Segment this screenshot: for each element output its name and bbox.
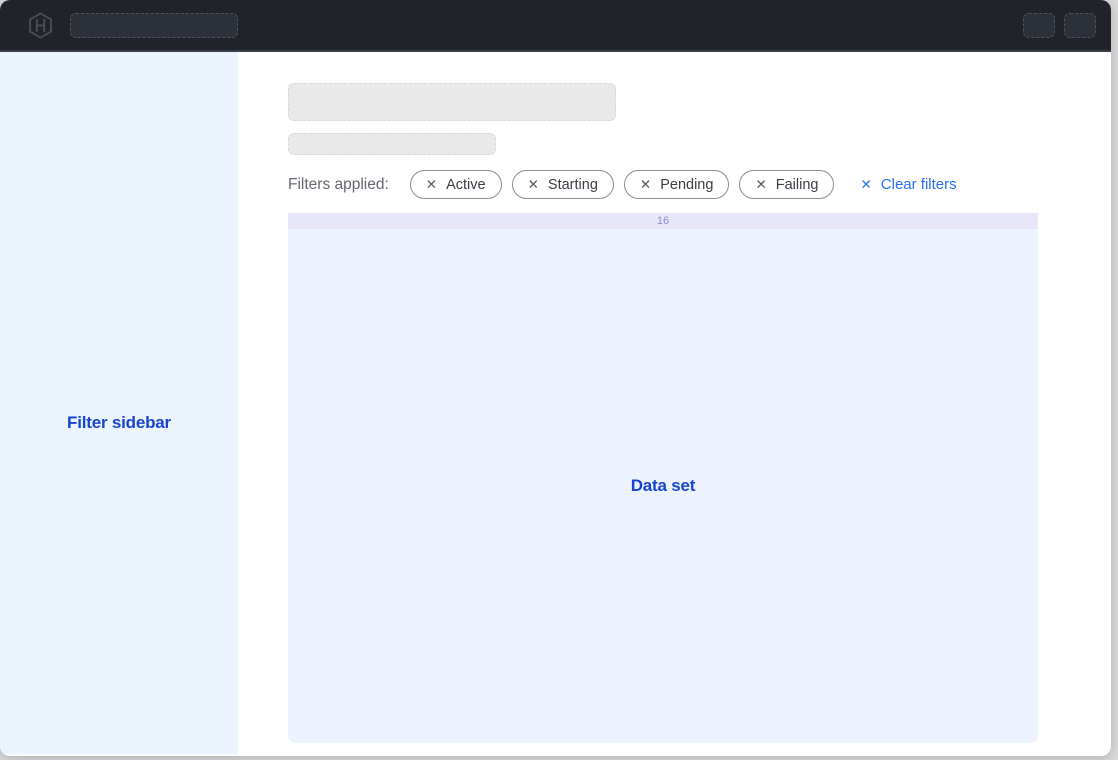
chip-label: Pending bbox=[660, 177, 713, 193]
clear-filters-x-icon: ✕ bbox=[860, 177, 871, 193]
page-subtitle-placeholder bbox=[288, 133, 496, 155]
filter-chip[interactable]: ✕ Starting bbox=[512, 170, 614, 199]
data-set-region: Data set bbox=[288, 229, 1038, 743]
clear-filters-link[interactable]: ✕ Clear filters bbox=[860, 176, 956, 193]
filter-chips: ✕ Active ✕ Starting ✕ Pending bbox=[410, 170, 835, 199]
chip-remove-icon[interactable]: ✕ bbox=[528, 177, 539, 193]
filter-sidebar-label: Filter sidebar bbox=[67, 413, 171, 433]
result-count: 16 bbox=[657, 215, 669, 227]
chip-label: Starting bbox=[548, 177, 598, 193]
filter-chip[interactable]: ✕ Pending bbox=[624, 170, 730, 199]
app-window: Filter sidebar Filters applied: ✕ Active bbox=[0, 0, 1111, 756]
hashicorp-logo-icon bbox=[27, 12, 54, 39]
page-body: Filter sidebar Filters applied: ✕ Active bbox=[0, 52, 1111, 754]
nav-action-button-1[interactable] bbox=[1023, 13, 1055, 38]
top-nav-bar bbox=[0, 0, 1111, 52]
page-title-placeholder bbox=[288, 83, 616, 121]
filter-sidebar: Filter sidebar bbox=[0, 52, 238, 754]
chip-label: Failing bbox=[776, 177, 819, 193]
clear-filters-label: Clear filters bbox=[881, 176, 957, 193]
result-count-bar: 16 bbox=[288, 213, 1038, 229]
chip-label: Active bbox=[446, 177, 486, 193]
filter-chip[interactable]: ✕ Failing bbox=[739, 170, 834, 199]
main-content: Filters applied: ✕ Active ✕ Starting bbox=[238, 52, 1111, 754]
filters-applied-label: Filters applied: bbox=[288, 176, 389, 194]
chip-remove-icon[interactable]: ✕ bbox=[755, 177, 766, 193]
data-set-label: Data set bbox=[631, 476, 696, 496]
search-input[interactable] bbox=[70, 13, 238, 38]
chip-remove-icon[interactable]: ✕ bbox=[640, 177, 651, 193]
nav-action-button-2[interactable] bbox=[1064, 13, 1096, 38]
chip-remove-icon[interactable]: ✕ bbox=[426, 177, 437, 193]
applied-filters-row: Filters applied: ✕ Active ✕ Starting bbox=[288, 170, 1111, 199]
filter-chip[interactable]: ✕ Active bbox=[410, 170, 502, 199]
